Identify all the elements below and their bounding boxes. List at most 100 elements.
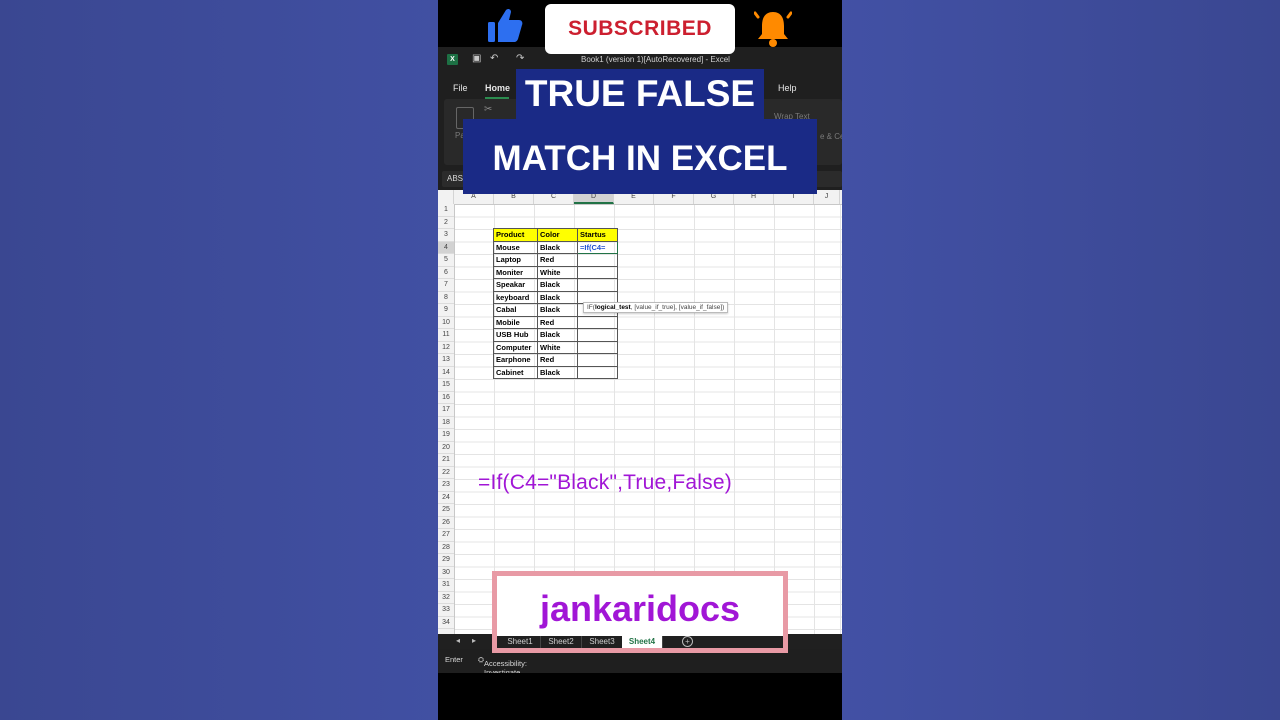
table-row: Laptop Red — [493, 253, 618, 267]
row-header-31[interactable]: 31 — [438, 579, 454, 592]
merge-center-button[interactable]: e & Cente — [820, 132, 842, 141]
table-cell[interactable] — [577, 315, 618, 329]
table-cell[interactable]: Red — [537, 253, 578, 267]
column-header-j[interactable]: J — [814, 190, 840, 204]
table-cell[interactable]: Black — [537, 303, 578, 317]
menu-home[interactable]: Home — [485, 83, 510, 93]
row-header-12[interactable]: 12 — [438, 342, 454, 354]
row-header-32[interactable]: 32 — [438, 592, 454, 604]
row-header-14[interactable]: 14 — [438, 367, 454, 379]
row-header-19[interactable]: 19 — [438, 429, 454, 442]
table-cell[interactable] — [577, 328, 618, 342]
name-box[interactable]: ABS — [447, 174, 463, 183]
header-cell[interactable]: Product — [493, 228, 538, 242]
table-cell[interactable] — [577, 353, 618, 367]
table-cell[interactable]: Speakar — [493, 278, 538, 292]
table-cell[interactable]: Mouse — [493, 240, 538, 254]
table-header-row: Product Color Startus — [493, 228, 618, 242]
table-cell[interactable] — [577, 340, 618, 354]
column-gridline — [694, 204, 695, 634]
table-cell[interactable]: Mobile — [493, 315, 538, 329]
save-icon[interactable]: ▣ — [472, 53, 481, 64]
column-gridline — [774, 204, 775, 634]
row-header-27[interactable]: 27 — [438, 529, 454, 542]
row-header-26[interactable]: 26 — [438, 517, 454, 529]
active-cell-editor[interactable]: =If(C4= — [577, 240, 618, 254]
row-header-18[interactable]: 18 — [438, 417, 454, 429]
row-header-33[interactable]: 33 — [438, 604, 454, 617]
table-row: Computer White — [493, 340, 618, 354]
row-header-34[interactable]: 34 — [438, 617, 454, 629]
menu-file[interactable]: File — [453, 83, 468, 93]
table-cell[interactable]: keyboard — [493, 290, 538, 304]
row-header-24[interactable]: 24 — [438, 492, 454, 504]
next-sheet-icon[interactable]: ▸ — [472, 636, 476, 645]
row-header-2[interactable]: 2 — [438, 217, 454, 229]
row-header-9[interactable]: 9 — [438, 304, 454, 317]
row-header-23[interactable]: 23 — [438, 479, 454, 492]
row-header-20[interactable]: 20 — [438, 442, 454, 454]
spreadsheet-grid[interactable]: ABCDEFGHIJ 1 2 3 4 5 6 7 8 9 10 11 12 13 14 15 16 17 18 19… — [438, 190, 842, 634]
table-cell[interactable]: Black — [537, 290, 578, 304]
table-cell[interactable] — [577, 265, 618, 279]
cut-icon[interactable]: ✂ — [484, 104, 492, 115]
row-header-4[interactable]: 4 — [438, 241, 454, 254]
row-header-6[interactable]: 6 — [438, 267, 454, 279]
redo-icon[interactable]: ↷ — [516, 53, 524, 64]
table-cell[interactable]: Black — [537, 278, 578, 292]
row-header-16[interactable]: 16 — [438, 392, 454, 404]
table-cell[interactable]: Black — [537, 240, 578, 254]
table-cell[interactable] — [577, 278, 618, 292]
table-cell[interactable]: Earphone — [493, 353, 538, 367]
row-header-21[interactable]: 21 — [438, 454, 454, 467]
row-header-13[interactable]: 13 — [438, 354, 454, 367]
row-header-25[interactable]: 25 — [438, 504, 454, 517]
row-header-1[interactable]: 1 — [438, 204, 454, 217]
undo-icon[interactable]: ↶ — [490, 53, 498, 64]
row-header-29[interactable]: 29 — [438, 554, 454, 567]
status-bar: Enter ⛭ Accessibility: Investigate — [438, 651, 842, 673]
row-header-8[interactable]: 8 — [438, 292, 454, 304]
function-tooltip: IF(logical_test, [value_if_true], [value… — [583, 302, 729, 313]
table-cell[interactable]: Black — [537, 328, 578, 342]
header-cell[interactable]: Color — [537, 228, 578, 242]
row-header-10[interactable]: 10 — [438, 317, 454, 329]
row-header-3[interactable]: 3 — [438, 229, 454, 242]
table-cell[interactable]: Black — [537, 365, 578, 379]
table-row: Speakar Black — [493, 278, 618, 292]
table-cell[interactable]: Cabinet — [493, 365, 538, 379]
row-header-15[interactable]: 15 — [438, 379, 454, 392]
table-cell[interactable] — [577, 253, 618, 267]
formula-caption: =If(C4="Black",True,False) — [478, 471, 732, 494]
tooltip-arg[interactable]: logical_test — [595, 304, 631, 311]
table-cell[interactable]: Cabal — [493, 303, 538, 317]
header-cell[interactable]: Startus — [577, 228, 618, 242]
menu-help[interactable]: Help — [778, 83, 797, 93]
subscribed-button[interactable]: SUBSCRIBED — [545, 4, 735, 54]
table-cell[interactable]: Laptop — [493, 253, 538, 267]
row-header-28[interactable]: 28 — [438, 542, 454, 554]
prev-sheet-icon[interactable]: ◂ — [456, 636, 460, 645]
table-cell[interactable]: Red — [537, 315, 578, 329]
row-header-22[interactable]: 22 — [438, 467, 454, 479]
table-cell[interactable]: Moniter — [493, 265, 538, 279]
row-headers: 1 2 3 4 5 6 7 8 9 10 11 12 13 14 15 16 17 18 19 20 21 22 23 24 2… — [438, 204, 455, 634]
row-header-5[interactable]: 5 — [438, 254, 454, 267]
accessibility-label: Accessibility: Investigate — [484, 659, 527, 673]
row-header-17[interactable]: 17 — [438, 404, 454, 417]
row-header-11[interactable]: 11 — [438, 329, 454, 342]
row-header-30[interactable]: 30 — [438, 567, 454, 579]
row-header-7[interactable]: 7 — [438, 279, 454, 292]
like-icon — [488, 8, 523, 43]
table-cell[interactable]: USB Hub — [493, 328, 538, 342]
table-row: Earphone Red — [493, 353, 618, 367]
accessibility-status[interactable]: ⛭ Accessibility: Investigate — [478, 655, 527, 673]
table-cell[interactable]: White — [537, 340, 578, 354]
table-cell[interactable]: Red — [537, 353, 578, 367]
table-cell[interactable]: Computer — [493, 340, 538, 354]
table-row: Mobile Red — [493, 315, 618, 329]
table-cell[interactable]: White — [537, 265, 578, 279]
table-row: Moniter White — [493, 265, 618, 279]
select-all-corner[interactable] — [438, 190, 454, 204]
table-cell[interactable] — [577, 365, 618, 379]
